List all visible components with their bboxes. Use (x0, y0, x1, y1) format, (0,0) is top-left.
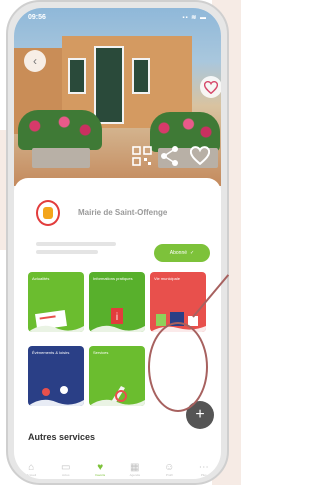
follow-button[interactable]: Abonné ✓ (154, 244, 210, 262)
tile-title: Actualités (32, 276, 50, 281)
heart-icon (189, 146, 211, 166)
tile-actualites[interactable]: Actualités (28, 272, 84, 332)
favorite-button[interactable] (200, 76, 221, 98)
mairie-logo (36, 200, 60, 226)
back-button[interactable]: ‹ (24, 50, 46, 72)
status-icons: ▪▪ ≋ ▬ (182, 14, 207, 21)
heart-icon (204, 80, 218, 94)
like-button[interactable] (189, 146, 211, 168)
follow-label: Abonné (169, 250, 188, 256)
hero-image: 09:56 ▪▪ ≋ ▬ ‹ (14, 8, 221, 186)
tile-services[interactable]: Services (89, 346, 145, 406)
address-line (36, 250, 98, 254)
svg-text:i: i (116, 312, 118, 323)
status-time: 09:56 (28, 13, 46, 21)
window (132, 58, 150, 94)
planter-left (32, 148, 90, 168)
window (68, 58, 86, 94)
nav-label: Agenda (129, 472, 140, 477)
tile-title: Évènements & loisirs (32, 350, 70, 355)
nav-label: Favoris (95, 472, 106, 477)
more-icon: ⋯ (198, 461, 209, 473)
info-illustration: i (89, 308, 145, 332)
nav-item-agenda[interactable]: ▦ Agenda (124, 459, 146, 479)
plus-icon: + (195, 406, 205, 423)
share-button[interactable] (160, 145, 180, 170)
news-icon: ▭ (61, 461, 71, 473)
tile-title: Vie municipale (154, 276, 180, 281)
chevron-left-icon: ‹ (33, 54, 37, 68)
heart-icon: ♥ (97, 461, 104, 473)
check-icon: ✓ (190, 250, 195, 256)
status-bar: 09:56 ▪▪ ≋ ▬ (14, 8, 221, 26)
tile-title: Services (93, 350, 109, 355)
user-icon: ☺ (164, 461, 175, 473)
calendar-icon: ▦ (130, 461, 140, 473)
flower-bed-left (18, 110, 102, 150)
window (94, 46, 124, 124)
nav-item-profile[interactable]: ☺ Profil (158, 459, 180, 479)
tile-informations[interactable]: Informations pratiques i (89, 272, 145, 332)
nav-label: Accueil (26, 472, 37, 477)
section-title: Autres services (28, 432, 96, 442)
tile-title: Informations pratiques (93, 276, 133, 281)
share-icon (161, 146, 178, 166)
home-icon: ⌂ (28, 461, 35, 473)
services-illustration (89, 386, 145, 406)
address-line (36, 242, 116, 246)
nav-label: Profil (165, 472, 173, 477)
event-illustration (28, 386, 84, 406)
nav-item-home[interactable]: ⌂ Accueil (20, 459, 42, 479)
nav-item-more[interactable]: ⋯ Plus (193, 459, 215, 479)
nav-item-news[interactable]: ▭ Actus (55, 459, 77, 479)
nav-label: Plus (200, 472, 207, 477)
bottom-nav: ⌂ Accueil ▭ Actus ♥ Favoris ▦ Agenda ☺ Profil… (14, 458, 221, 479)
highlight-ring (148, 322, 208, 412)
qr-code-button[interactable] (132, 146, 152, 169)
tile-evenements[interactable]: Évènements & loisirs (28, 346, 84, 406)
mairie-name: Mairie de Saint-Offenge (78, 208, 168, 217)
newspaper-illustration (28, 309, 84, 332)
nav-item-favorites[interactable]: ♥ Favoris (89, 459, 111, 479)
nav-label: Actus (61, 472, 70, 477)
qr-code-icon (132, 146, 152, 166)
